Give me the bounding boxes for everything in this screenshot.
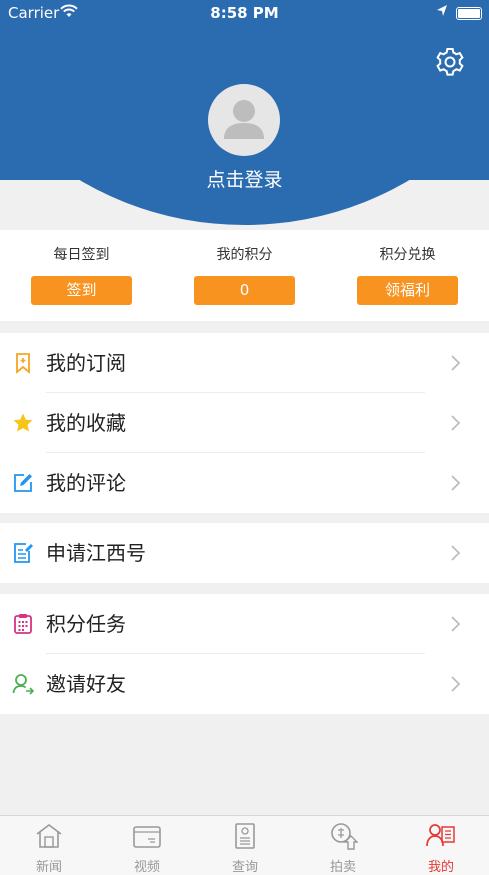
- points-exchange-label: 积分兑换: [379, 247, 436, 263]
- tab-auction[interactable]: 拍卖: [294, 816, 392, 875]
- chevron-right-icon: [448, 474, 462, 492]
- auction-icon: [328, 822, 359, 850]
- menu-item-subscriptions[interactable]: 我的订阅: [0, 333, 489, 393]
- tab-label: 新闻: [35, 860, 62, 875]
- tab-label: 我的: [427, 860, 454, 875]
- profile-header: Carrier 8:58 PM 点击登录: [0, 0, 489, 230]
- my-points-label: 我的积分: [216, 247, 273, 263]
- tab-search[interactable]: 查询: [196, 816, 294, 875]
- video-folder-icon: [132, 822, 162, 850]
- chevron-right-icon: [448, 675, 462, 693]
- menu-item-points-tasks[interactable]: 积分任务: [0, 594, 489, 654]
- tab-video[interactable]: 视频: [98, 816, 196, 875]
- menu-item-invite-friends[interactable]: 邀请好友: [0, 654, 489, 714]
- clock: 8:58 PM: [210, 4, 279, 22]
- chevron-right-icon: [448, 354, 462, 372]
- menu-label: 申请江西号: [46, 541, 146, 565]
- status-bar: Carrier 8:58 PM: [0, 0, 489, 26]
- tab-mine[interactable]: 我的: [392, 816, 489, 875]
- menu-label: 我的收藏: [46, 411, 126, 435]
- id-card-icon: [230, 822, 260, 850]
- home-icon: [34, 822, 64, 850]
- menu-item-favorites[interactable]: 我的收藏: [0, 393, 489, 453]
- bookmark-plus-icon: [12, 352, 34, 374]
- menu-label: 积分任务: [46, 612, 126, 636]
- my-points-section: 我的积分 0: [194, 244, 295, 305]
- menu-label: 邀请好友: [46, 672, 126, 696]
- menu-label: 我的评论: [46, 471, 126, 495]
- add-user-icon: [12, 673, 35, 695]
- menu-group-personal: 我的订阅 我的收藏 我的评论: [0, 333, 489, 513]
- points-value-button[interactable]: 0: [194, 276, 295, 305]
- edit-icon: [12, 472, 34, 494]
- tab-news[interactable]: 新闻: [0, 816, 98, 875]
- avatar[interactable]: [208, 84, 280, 156]
- get-benefits-button[interactable]: 领福利: [357, 276, 458, 305]
- chevron-right-icon: [448, 615, 462, 633]
- menu-item-apply-jiangxi[interactable]: 申请江西号: [0, 523, 489, 583]
- menu-group-tasks: 积分任务 邀请好友: [0, 594, 489, 714]
- calendar-icon: [12, 613, 34, 635]
- location-arrow-icon: [436, 4, 448, 22]
- daily-checkin-section: 每日签到 签到: [31, 244, 132, 305]
- battery-icon: [456, 7, 482, 20]
- tab-label: 拍卖: [329, 860, 356, 875]
- menu-label: 我的订阅: [46, 351, 126, 375]
- tab-label: 查询: [231, 860, 258, 875]
- points-exchange-section: 积分兑换 领福利: [357, 244, 458, 305]
- login-link[interactable]: 点击登录: [0, 165, 489, 192]
- tab-label: 视频: [133, 860, 160, 875]
- checkin-button[interactable]: 签到: [31, 276, 132, 305]
- profile-icon: [426, 822, 456, 850]
- chevron-right-icon: [448, 414, 462, 432]
- points-bar: 每日签到 签到 我的积分 0 积分兑换 领福利: [0, 230, 489, 321]
- star-icon: [12, 412, 34, 434]
- document-edit-icon: [12, 542, 34, 564]
- daily-checkin-label: 每日签到: [53, 247, 110, 263]
- menu-item-comments[interactable]: 我的评论: [0, 453, 489, 513]
- menu-group-apply: 申请江西号: [0, 523, 489, 583]
- chevron-right-icon: [448, 544, 462, 562]
- bottom-tab-bar: 新闻 视频 查询 拍卖 我的: [0, 815, 489, 875]
- settings-gear-icon[interactable]: [434, 46, 466, 78]
